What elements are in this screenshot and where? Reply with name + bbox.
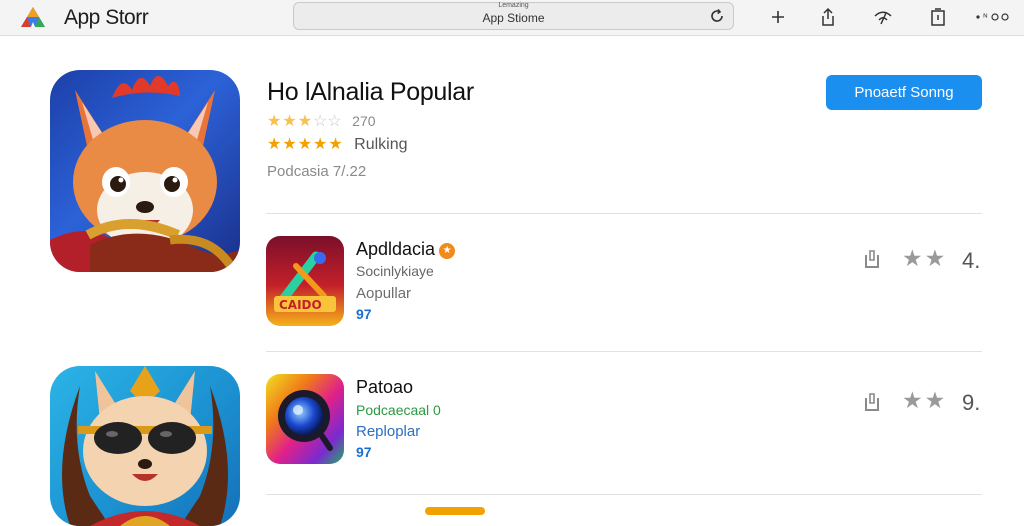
- second-app-artwork[interactable]: [50, 366, 240, 526]
- reload-icon[interactable]: [709, 8, 725, 24]
- camera-app-icon: [266, 374, 344, 464]
- app-title: App Storr: [64, 6, 149, 29]
- verified-badge-icon: ★: [439, 243, 456, 259]
- svg-text:CAIDO: CAIDO: [279, 298, 322, 312]
- list-item-subtitle: Podcaecaal 0: [356, 402, 441, 418]
- star-empty-icon: ☆☆: [313, 113, 342, 130]
- star-ranking-icon: ★★★★★: [267, 136, 344, 153]
- list-item-subtitle: Socinlykiaye: [356, 263, 434, 279]
- release-info: Podcasia 7/.22: [267, 163, 367, 180]
- new-tab-plus-icon[interactable]: [768, 7, 788, 27]
- list-item-category: Aopullar: [356, 285, 412, 302]
- bottom-tab-indicator[interactable]: [425, 507, 485, 515]
- fox-character-image: [50, 76, 240, 272]
- featured-app-title[interactable]: Ho lAlnalia Popular: [267, 78, 474, 107]
- address-bar[interactable]: Lemazing App Stiome: [293, 2, 734, 30]
- more-icon[interactable]: ᴺ: [975, 7, 1011, 27]
- list-item-rating: 4.: [962, 248, 981, 273]
- list-item-price[interactable]: 97: [356, 444, 372, 460]
- list-item-rating: 9.: [962, 390, 981, 415]
- rating-row: ★★★☆☆ 270: [267, 112, 376, 131]
- star-rating-icon: ★★★: [267, 113, 314, 130]
- list-item-name[interactable]: Patoao: [356, 377, 413, 398]
- get-app-button[interactable]: Pnoaetf Sonng: [826, 75, 982, 110]
- address-text: App Stiome: [482, 11, 545, 25]
- list-item-icon[interactable]: CAIDO: [266, 236, 344, 326]
- cat-character-image: [62, 366, 228, 526]
- star-rating-icon: ★★: [902, 245, 948, 271]
- tabs-icon[interactable]: [928, 7, 948, 27]
- svg-text:ᴺ: ᴺ: [983, 13, 988, 24]
- divider: [266, 213, 982, 214]
- list-item-icon[interactable]: [266, 374, 344, 464]
- share-icon[interactable]: [862, 389, 882, 413]
- share-icon[interactable]: [862, 246, 882, 270]
- divider: [266, 494, 982, 495]
- ranking-row: ★★★★★ Rulking: [267, 136, 408, 154]
- list-item-name[interactable]: Apdldacia ★: [356, 239, 456, 260]
- paint-app-icon: CAIDO: [266, 236, 344, 326]
- ranking-label: Rulking: [354, 136, 408, 153]
- rating-count: 270: [352, 113, 376, 129]
- divider: [266, 351, 982, 352]
- address-subtitle: Lemazing: [498, 2, 529, 9]
- share-icon[interactable]: [818, 7, 838, 27]
- list-item-price[interactable]: 97: [356, 306, 372, 322]
- star-rating-icon: ★★: [902, 387, 948, 413]
- list-item-category: Reploplar: [356, 423, 421, 440]
- app-store-logo-icon[interactable]: [18, 5, 48, 29]
- featured-app-artwork[interactable]: [50, 70, 240, 272]
- wifi-icon[interactable]: [873, 7, 893, 27]
- top-toolbar: App Storr Lemazing App Stiome ᴺ: [0, 0, 1024, 36]
